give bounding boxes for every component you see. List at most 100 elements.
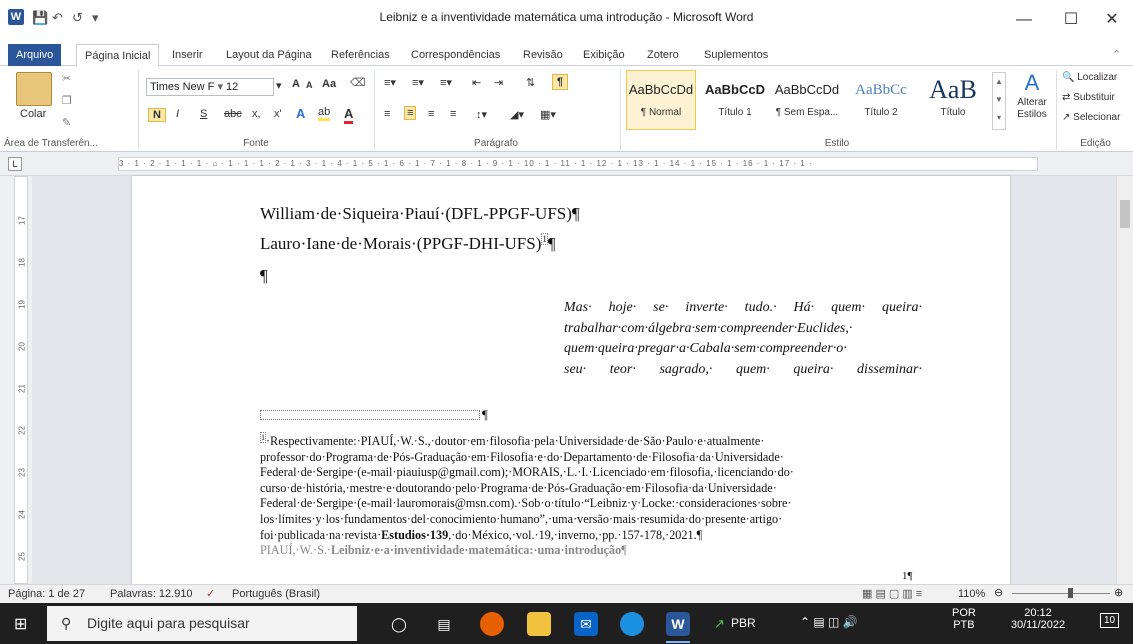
zoom-level[interactable]: 110% bbox=[958, 588, 985, 600]
style-sem-espacamento[interactable]: AaBbCcDd ¶ Sem Espa... bbox=[772, 70, 842, 130]
tab-referencias[interactable]: Referências bbox=[331, 44, 390, 66]
close-button[interactable]: ✕ bbox=[1092, 5, 1132, 35]
numbering-icon[interactable]: ≡▾ bbox=[412, 76, 424, 89]
author-line-2[interactable]: Lauro·Iane·de·Morais·(PPGF-DHI-UFS)1¶ bbox=[260, 233, 556, 254]
horizontal-ruler[interactable]: 3 · 1 · 2 · 1 · 1 · 1 · ⌂ · 1 · 1 · 1 · … bbox=[118, 157, 1038, 171]
tab-inserir[interactable]: Inserir bbox=[172, 44, 203, 66]
word-count[interactable]: Palavras: 12.910 bbox=[110, 588, 193, 600]
text-effects-icon[interactable]: A bbox=[296, 106, 305, 121]
minimize-button[interactable]: — bbox=[1001, 5, 1047, 35]
file-explorer-icon[interactable] bbox=[527, 612, 551, 636]
empty-paragraph[interactable]: ¶ bbox=[260, 266, 268, 286]
styles-scroll-icon[interactable]: ▲ ▼ ▾ bbox=[992, 72, 1006, 130]
italic-button[interactable]: I bbox=[176, 108, 179, 120]
subscript-button[interactable]: x, bbox=[252, 108, 261, 120]
vertical-ruler[interactable]: 17 18 19 20 21 22 23 24 25 bbox=[0, 176, 32, 584]
highlight-icon[interactable]: ab bbox=[318, 106, 331, 121]
font-family-select[interactable]: Times New F ▾ 12 bbox=[146, 78, 274, 96]
zoom-slider[interactable] bbox=[1012, 593, 1110, 594]
scrollbar-thumb[interactable] bbox=[1120, 200, 1130, 228]
strikethrough-button[interactable]: abc bbox=[224, 108, 242, 120]
page-count[interactable]: Página: 1 de 27 bbox=[8, 588, 85, 600]
line-spacing-icon[interactable]: ↕▾ bbox=[476, 108, 487, 121]
maximize-button[interactable]: ☐ bbox=[1048, 5, 1094, 35]
style-titulo[interactable]: AaB Título bbox=[918, 70, 988, 130]
zoom-slider-thumb[interactable] bbox=[1068, 588, 1073, 598]
tab-suplementos[interactable]: Suplementos bbox=[704, 44, 768, 66]
windows-start-icon[interactable]: ⊞ bbox=[14, 614, 27, 634]
find-button[interactable]: 🔍 Localizar bbox=[1062, 72, 1117, 83]
paste-icon[interactable] bbox=[16, 72, 52, 106]
footnote-line-text: ·Respectivamente:·PIAUÍ,·W.·S.,·doutor·e… bbox=[266, 434, 765, 449]
style-normal[interactable]: AaBbCcDd ¶ Normal bbox=[626, 70, 696, 130]
firefox-icon[interactable] bbox=[480, 612, 504, 636]
align-left-icon[interactable]: ≡ bbox=[384, 108, 390, 120]
tab-pagina-inicial[interactable]: Página Inicial bbox=[76, 44, 160, 67]
vertical-scrollbar[interactable] bbox=[1116, 176, 1133, 584]
tab-zotero[interactable]: Zotero bbox=[647, 44, 679, 66]
style-titulo-1[interactable]: AaBbCcD Título 1 bbox=[700, 70, 770, 130]
stock-ticker[interactable]: PBR bbox=[731, 616, 756, 630]
proofing-icon[interactable]: ✓ bbox=[206, 587, 215, 600]
multilevel-list-icon[interactable]: ≡▾ bbox=[440, 76, 452, 89]
underline-button[interactable]: S bbox=[200, 108, 207, 120]
footnote-line: Federal·de·Sergipe·(e-mail·piauiusp@gmai… bbox=[260, 465, 794, 480]
show-formatting-button[interactable]: ¶ bbox=[552, 74, 569, 90]
clear-format-icon[interactable]: ⌫ bbox=[350, 76, 366, 89]
grow-font-button[interactable]: A bbox=[292, 78, 300, 90]
align-center-icon[interactable]: ≡ bbox=[404, 106, 417, 120]
active-app-indicator bbox=[666, 641, 690, 643]
footnote-line-text: foi·publicada·na·revista· bbox=[260, 527, 382, 542]
language-indicator[interactable]: Português (Brasil) bbox=[232, 588, 320, 600]
format-painter-icon[interactable]: ✎ bbox=[62, 116, 71, 129]
epigraph-quote[interactable]: Mas· hoje· se· inverte· tudo.· Há· quem·… bbox=[564, 298, 922, 380]
borders-icon[interactable]: ▦▾ bbox=[540, 108, 556, 121]
replace-button[interactable]: ⇄ Substituir bbox=[1062, 92, 1115, 103]
taskbar-search-input[interactable]: ⚲ Digite aqui para pesquisar bbox=[47, 606, 357, 641]
tab-selector-icon[interactable]: L bbox=[8, 157, 22, 171]
change-case-button[interactable]: Aa bbox=[322, 78, 336, 90]
footnote-line: los·límites·y·los·fundamentos·del·conoci… bbox=[260, 512, 783, 527]
input-language[interactable]: POR PTB bbox=[952, 607, 976, 631]
change-styles-button[interactable]: A Alterar Estilos bbox=[1010, 70, 1054, 120]
bullets-icon[interactable]: ≡▾ bbox=[384, 76, 396, 89]
bold-button[interactable]: N bbox=[148, 108, 166, 122]
shading-icon[interactable]: ◢▾ bbox=[510, 108, 524, 121]
word-taskbar-icon[interactable]: W bbox=[666, 612, 690, 636]
author-line-1[interactable]: William·de·Siqueira·Piauí·(DFL-PPGF-UFS)… bbox=[260, 204, 580, 224]
tray-icons[interactable]: ⌃ ▤ ◫ 🔊 bbox=[800, 615, 858, 629]
paste-button-label[interactable]: Colar bbox=[20, 108, 46, 120]
clock[interactable]: 20:12 30/11/2022 bbox=[1002, 607, 1074, 631]
shrink-font-button[interactable]: A bbox=[306, 80, 313, 90]
select-button[interactable]: ↗ Selecionar bbox=[1062, 112, 1120, 123]
align-right-icon[interactable]: ≡ bbox=[428, 108, 434, 120]
tab-correspondencias[interactable]: Correspondências bbox=[411, 44, 500, 66]
zoom-in-icon[interactable]: ⊕ bbox=[1114, 586, 1123, 599]
cut-icon[interactable]: ✂ bbox=[62, 72, 71, 85]
font-size-dropdown-icon[interactable]: ▾ bbox=[276, 79, 282, 92]
task-view-icon[interactable]: ▤ bbox=[432, 612, 456, 636]
superscript-button[interactable]: x' bbox=[274, 108, 282, 120]
edge-icon[interactable] bbox=[620, 612, 644, 636]
tab-exibicao[interactable]: Exibição bbox=[583, 44, 625, 66]
select-label: Selecionar bbox=[1073, 112, 1121, 123]
document-page[interactable]: William·de·Siqueira·Piauí·(DFL-PPGF-UFS)… bbox=[132, 176, 1010, 584]
tab-arquivo[interactable]: Arquivo bbox=[8, 44, 62, 66]
sort-icon[interactable]: ⇅ bbox=[526, 76, 535, 89]
notifications-badge[interactable]: 10 bbox=[1100, 613, 1120, 628]
footnote-text[interactable]: 1·Respectivamente:·PIAUÍ,·W.·S.,·doutor·… bbox=[260, 430, 922, 559]
cortana-icon[interactable]: ◯ bbox=[387, 612, 411, 636]
ribbon-collapse-icon[interactable]: ⌃ bbox=[1112, 44, 1121, 66]
tab-layout[interactable]: Layout da Página bbox=[226, 44, 312, 66]
zoom-out-icon[interactable]: ⊖ bbox=[994, 586, 1003, 599]
view-mode-icons[interactable]: ▦ ▤ ▢ ▥ ≡ bbox=[862, 587, 922, 600]
copy-icon[interactable]: ❐ bbox=[62, 94, 72, 107]
style-titulo-2[interactable]: AaBbCc Título 2 bbox=[846, 70, 916, 130]
increase-indent-icon[interactable]: ⇥ bbox=[494, 76, 503, 89]
mail-icon[interactable]: ✉ bbox=[574, 612, 598, 636]
justify-icon[interactable]: ≡ bbox=[450, 108, 456, 120]
vruler-tick: 19 bbox=[17, 300, 27, 309]
tab-revisao[interactable]: Revisão bbox=[523, 44, 563, 66]
decrease-indent-icon[interactable]: ⇤ bbox=[472, 76, 481, 89]
font-color-icon[interactable]: A bbox=[344, 106, 354, 124]
